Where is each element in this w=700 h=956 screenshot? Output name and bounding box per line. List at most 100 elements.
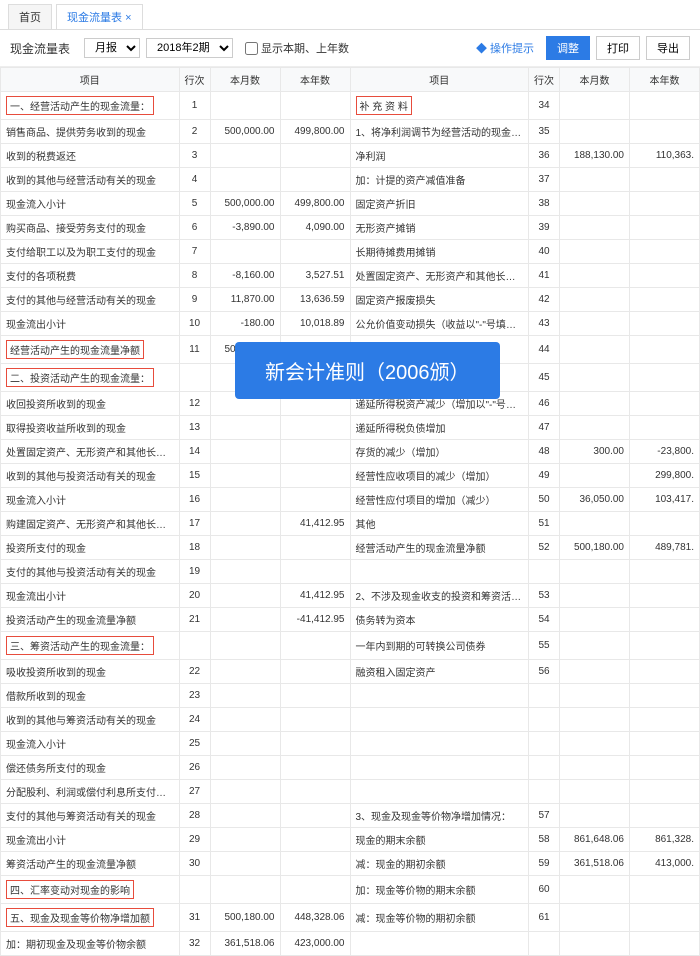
year-cell: [280, 756, 350, 780]
item-cell: 购买商品、接受劳务支付的现金: [1, 216, 180, 240]
rownum-cell: 51: [529, 512, 560, 536]
table-row[interactable]: 现金流入小计5500,000.00499,800.00固定资产折旧38: [1, 192, 700, 216]
rownum-cell: 54: [529, 608, 560, 632]
rownum-cell: 46: [529, 392, 560, 416]
rownum-cell: 17: [179, 512, 210, 536]
table-row[interactable]: 支付的其他与筹资活动有关的现金283、现金及现金等价物净增加情况：57: [1, 804, 700, 828]
table-row[interactable]: 购买商品、接受劳务支付的现金6-3,890.004,090.00无形资产摊销39: [1, 216, 700, 240]
table-row[interactable]: 现金流入小计16经营性应付项目的增加（减少）5036,050.00103,417…: [1, 488, 700, 512]
item-cell: 支付给职工以及为职工支付的现金: [1, 240, 180, 264]
table-row[interactable]: 收到的其他与筹资活动有关的现金24: [1, 708, 700, 732]
table-row[interactable]: 四、汇率变动对现金的影响加：现金等价物的期末余额60: [1, 876, 700, 904]
rownum-cell: 58: [529, 828, 560, 852]
export-button[interactable]: 导出: [646, 36, 690, 60]
item-cell: 销售商品、提供劳务收到的现金: [1, 120, 180, 144]
year-cell: [630, 240, 700, 264]
year-cell: [630, 264, 700, 288]
item-cell: 公允价值变动损失（收益以"-"号填列）: [350, 312, 529, 336]
tab-home[interactable]: 首页: [8, 4, 52, 29]
month-cell: [210, 464, 280, 488]
table-row[interactable]: 现金流出小计29现金的期末余额58861,648.06861,328.: [1, 828, 700, 852]
table-row[interactable]: 支付的其他与投资活动有关的现金19: [1, 560, 700, 584]
table-row[interactable]: 吸收投资所收到的现金22融资租入固定资产56: [1, 660, 700, 684]
table-row[interactable]: 加：期初现金及现金等价物余额32361,518.06423,000.00: [1, 932, 700, 956]
table-row[interactable]: 收到的税费返还3净利润36188,130.00110,363.: [1, 144, 700, 168]
rownum-cell: 49: [529, 464, 560, 488]
operation-hint[interactable]: ◆ 操作提示: [476, 40, 534, 56]
rownum-cell: 61: [529, 904, 560, 932]
month-cell: [210, 440, 280, 464]
month-cell: [560, 416, 630, 440]
month-cell: [560, 312, 630, 336]
item-cell: [350, 708, 529, 732]
table-row[interactable]: 一、经营活动产生的现金流量：1补 充 资 料34: [1, 92, 700, 120]
month-cell: [560, 660, 630, 684]
rownum-cell: 34: [529, 92, 560, 120]
rownum-cell: 11: [179, 336, 210, 364]
rownum-cell: 9: [179, 288, 210, 312]
rownum-cell: 53: [529, 584, 560, 608]
year-cell: 103,417.: [630, 488, 700, 512]
year-cell: [630, 932, 700, 956]
year-cell: [630, 120, 700, 144]
query-button[interactable]: 调整: [546, 36, 590, 60]
year-cell: [630, 364, 700, 392]
month-cell: [560, 632, 630, 660]
item-cell: 现金流入小计: [1, 732, 180, 756]
table-row[interactable]: 投资活动产生的现金流量净额21-41,412.95债务转为资本54: [1, 608, 700, 632]
print-button[interactable]: 打印: [596, 36, 640, 60]
rownum-cell: 56: [529, 660, 560, 684]
month-cell: [560, 192, 630, 216]
rownum-cell: [179, 876, 210, 904]
item-cell: 无形资产摊销: [350, 216, 529, 240]
rownum-cell: 23: [179, 684, 210, 708]
table-row[interactable]: 现金流入小计25: [1, 732, 700, 756]
show-prev-year-checkbox[interactable]: 显示本期、上年数: [245, 40, 349, 56]
month-cell: [210, 168, 280, 192]
rownum-cell: 26: [179, 756, 210, 780]
table-row[interactable]: 处置固定资产、无形资产和其他长期资产所收回的现金净额14存货的减少（增加）483…: [1, 440, 700, 464]
table-row[interactable]: 现金流出小计2041,412.952、不涉及现金收支的投资和筹资活动：53: [1, 584, 700, 608]
tab-cashflow[interactable]: 现金流量表 ×: [56, 4, 143, 29]
item-cell: 经营性应收项目的减少（增加）: [350, 464, 529, 488]
table-row[interactable]: 投资所支付的现金18经营活动产生的现金流量净额52500,180.00489,7…: [1, 536, 700, 560]
table-row[interactable]: 支付给职工以及为职工支付的现金7长期待摊费用摊销40: [1, 240, 700, 264]
year-cell: [630, 684, 700, 708]
year-cell: [280, 708, 350, 732]
table-row[interactable]: 销售商品、提供劳务收到的现金2500,000.00499,800.001、将净利…: [1, 120, 700, 144]
month-cell: [560, 264, 630, 288]
table-row[interactable]: 偿还债务所支付的现金26: [1, 756, 700, 780]
table-row[interactable]: 借款所收到的现金23: [1, 684, 700, 708]
tab-bar: 首页 现金流量表 ×: [0, 0, 700, 30]
rownum-cell: 8: [179, 264, 210, 288]
table-row[interactable]: 取得投资收益所收到的现金13递延所得税负债增加47: [1, 416, 700, 440]
month-cell: [560, 780, 630, 804]
item-cell: [350, 932, 529, 956]
item-cell: 支付的其他与筹资活动有关的现金: [1, 804, 180, 828]
year-cell: [630, 560, 700, 584]
rownum-cell: 2: [179, 120, 210, 144]
table-row[interactable]: 收到的其他与经营活动有关的现金4加：计提的资产减值准备37: [1, 168, 700, 192]
table-row[interactable]: 现金流出小计10-180.0010,018.89公允价值变动损失（收益以"-"号…: [1, 312, 700, 336]
period-select[interactable]: 2018年2期: [146, 38, 233, 58]
item-cell: 现金流出小计: [1, 584, 180, 608]
rownum-cell: 6: [179, 216, 210, 240]
table-row[interactable]: 三、筹资活动产生的现金流量：一年内到期的可转换公司债券55: [1, 632, 700, 660]
table-row[interactable]: 五、现金及现金等价物净增加额31500,180.00448,328.06减：现金…: [1, 904, 700, 932]
month-cell: -3,890.00: [210, 216, 280, 240]
item-cell: 三、筹资活动产生的现金流量：: [1, 632, 180, 660]
year-cell: [630, 632, 700, 660]
table-row[interactable]: 支付的各项税费8-8,160.003,527.51处置固定资产、无形资产和其他长…: [1, 264, 700, 288]
period-type-select[interactable]: 月报: [84, 38, 140, 58]
close-icon[interactable]: ×: [125, 12, 131, 24]
table-row[interactable]: 支付的其他与经营活动有关的现金911,870.0013,636.59固定资产报废…: [1, 288, 700, 312]
month-cell: [210, 708, 280, 732]
table-row[interactable]: 购建固定资产、无形资产和其他长期资产所支付的现金1741,412.95其他51: [1, 512, 700, 536]
item-cell: 一、经营活动产生的现金流量：: [1, 92, 180, 120]
item-cell: 支付的其他与投资活动有关的现金: [1, 560, 180, 584]
item-cell: 现金流出小计: [1, 828, 180, 852]
rownum-cell: 32: [179, 932, 210, 956]
table-row[interactable]: 分配股利、利润或偿付利息所支付的现金27: [1, 780, 700, 804]
table-row[interactable]: 收到的其他与投资活动有关的现金15经营性应收项目的减少（增加）49299,800…: [1, 464, 700, 488]
table-row[interactable]: 筹资活动产生的现金流量净额30减：现金的期初余额59361,518.06413,…: [1, 852, 700, 876]
